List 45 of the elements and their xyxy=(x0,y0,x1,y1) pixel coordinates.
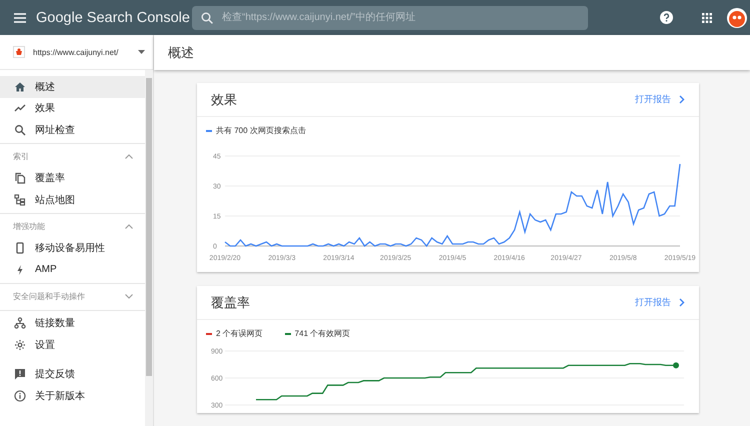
nav-item[interactable]: 提交反馈 xyxy=(0,364,145,385)
last-point-marker xyxy=(673,362,679,368)
nav-item[interactable]: 效果 xyxy=(0,98,145,119)
settings-icon xyxy=(14,338,26,351)
card-title: 效果 xyxy=(211,90,237,108)
section-header[interactable]: 索引 xyxy=(0,146,145,168)
help-icon[interactable] xyxy=(660,11,673,24)
site-favicon-icon xyxy=(13,46,25,58)
nav-item[interactable]: 覆盖率 xyxy=(0,168,145,189)
section-header[interactable]: 增强功能 xyxy=(0,216,145,238)
open-report-link[interactable]: 打开报告 xyxy=(635,93,685,106)
nav-item[interactable]: AMP xyxy=(0,259,145,280)
legend-label: 741 个有效网页 xyxy=(294,328,350,339)
apps-grid-icon[interactable] xyxy=(702,12,712,22)
info-icon xyxy=(14,390,26,402)
nav-item[interactable]: 概述 xyxy=(0,76,145,98)
legend-label: 2 个有误网页 xyxy=(216,328,263,339)
nav-item[interactable]: 关于新版本 xyxy=(0,385,145,406)
search-icon xyxy=(14,124,26,136)
dropdown-caret-icon xyxy=(138,50,145,54)
feedback-icon xyxy=(14,368,26,380)
avatar-icon[interactable] xyxy=(727,8,747,28)
nav-item[interactable]: 设置 xyxy=(0,334,145,356)
product-logo: Google Search Console xyxy=(36,10,190,26)
home-icon xyxy=(14,80,26,93)
pages-icon xyxy=(14,172,26,184)
nav-item[interactable]: 网址检查 xyxy=(0,119,145,140)
page-title: 概述 xyxy=(168,44,194,62)
open-report-link[interactable]: 打开报告 xyxy=(635,296,685,309)
chevron-right-icon xyxy=(679,95,685,104)
legend-label: 共有 700 次网页搜索点击 xyxy=(216,125,306,136)
chevron-right-icon xyxy=(679,298,685,307)
search-icon xyxy=(201,12,213,24)
property-selector[interactable]: https://www.caijunyi.net/ xyxy=(0,35,153,70)
nav-item[interactable]: 移动设备易用性 xyxy=(0,238,145,259)
sitemap-icon xyxy=(14,194,26,206)
card-title: 覆盖率 xyxy=(211,294,250,312)
menu-icon[interactable] xyxy=(14,12,26,22)
nav-item[interactable]: 站点地图 xyxy=(0,189,145,210)
nav-item[interactable]: 链接数量 xyxy=(0,312,145,334)
search-field[interactable]: 检查“https://www.caijunyi.net/”中的任何网址 xyxy=(192,6,588,30)
phone-icon xyxy=(14,242,26,254)
property-url: https://www.caijunyi.net/ xyxy=(33,48,120,56)
section-header[interactable]: 安全问题和手动操作 xyxy=(0,286,145,308)
network-icon xyxy=(14,317,26,330)
